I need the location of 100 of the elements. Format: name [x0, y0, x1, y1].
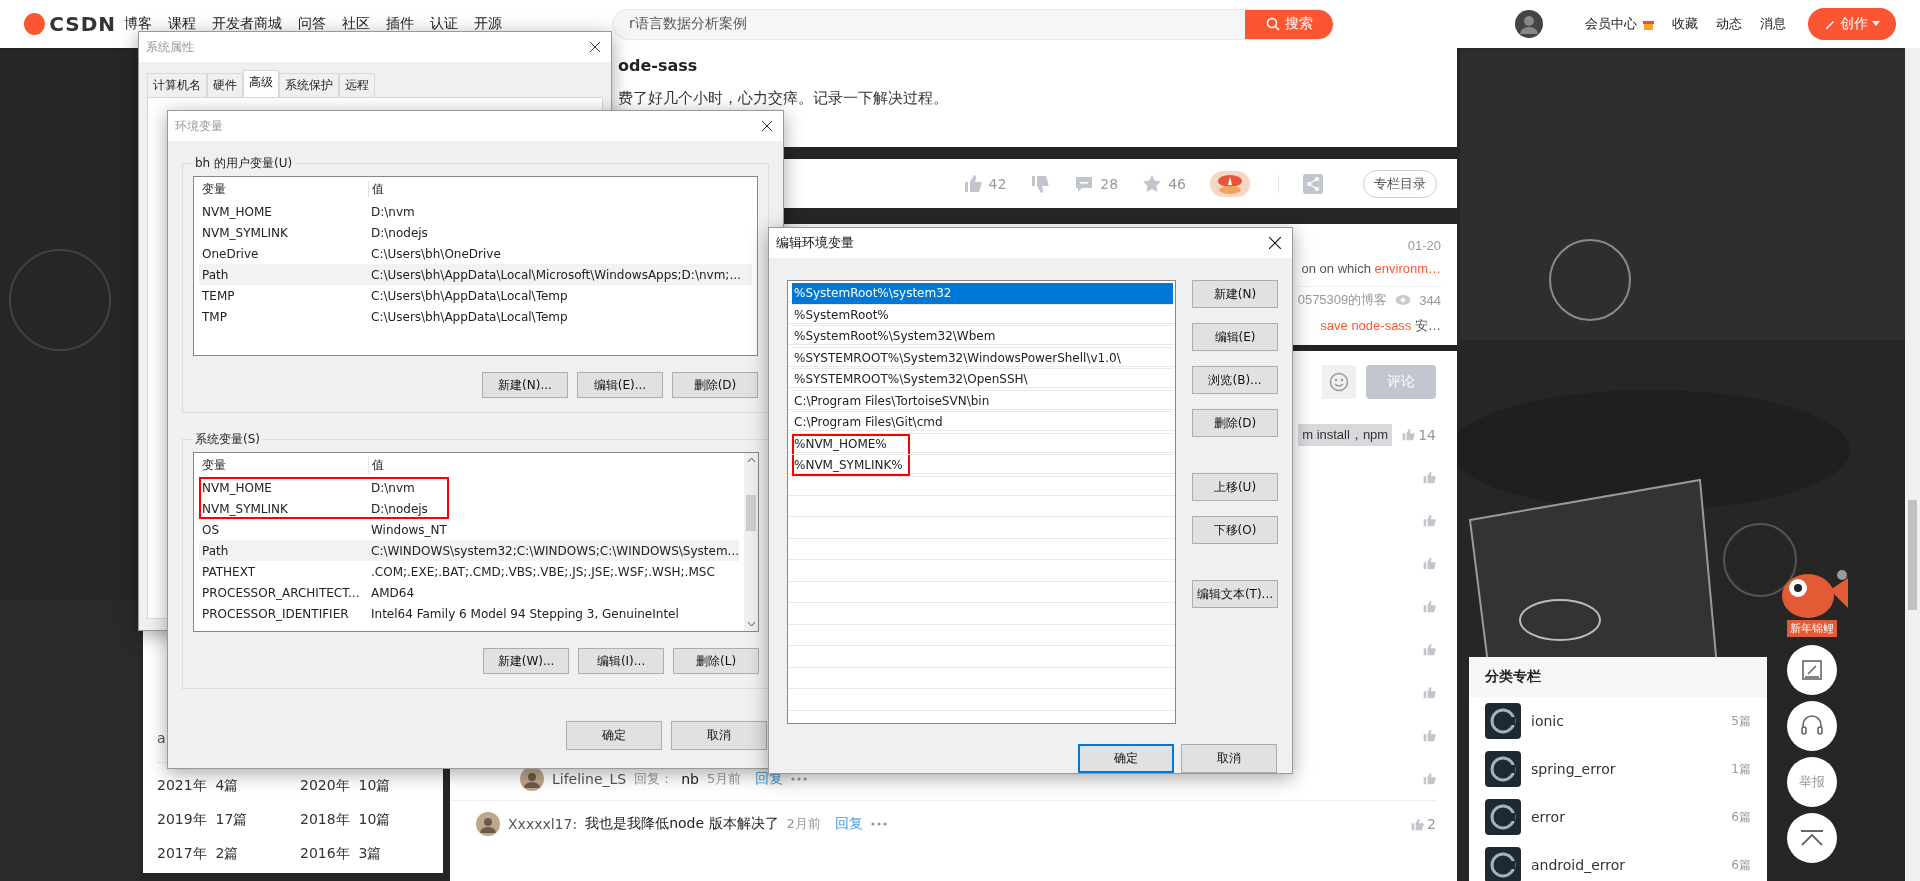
emoji-button[interactable]: [1322, 365, 1356, 399]
table-row[interactable]: NVM_HOME D:\nvm: [199, 201, 752, 222]
header-link[interactable]: 收藏: [1672, 15, 1698, 33]
table-row[interactable]: Path C:\Users\bh\AppData\Local\Microsoft\WindowsApps;D:\nvm;...: [199, 264, 752, 285]
promo-label[interactable]: 新年锦鲤: [1787, 620, 1837, 637]
scroll-up-icon[interactable]: [746, 457, 756, 463]
star-icon[interactable]: [1142, 173, 1163, 194]
dialog-button[interactable]: 编辑(E): [1192, 323, 1278, 351]
column-header[interactable]: 值: [369, 457, 384, 474]
thumb-up-icon[interactable]: [1423, 686, 1436, 699]
column-thumbnail-icon[interactable]: [1485, 847, 1521, 881]
category-link[interactable]: spring_error: [1531, 761, 1722, 777]
column-thumbnail-icon[interactable]: [1485, 799, 1521, 835]
table-row[interactable]: NVM_SYMLINK D:\nodejs: [199, 222, 752, 243]
table-row[interactable]: PROCESSOR_ARCHITECT... AMD64: [199, 582, 740, 603]
dialog-button[interactable]: 编辑文本(T)...: [1192, 580, 1278, 608]
nav-link[interactable]: 课程: [168, 15, 196, 33]
thumb-up-icon[interactable]: [1423, 557, 1436, 570]
dialog-button[interactable]: 确定: [566, 721, 662, 750]
list-item[interactable]: %SYSTEMROOT%\System32\OpenSSH\: [792, 369, 1173, 391]
tab[interactable]: 计算机名: [147, 73, 207, 97]
tab[interactable]: 高级: [243, 70, 279, 97]
dialog-button[interactable]: 上移(U): [1192, 473, 1278, 501]
list-item[interactable]: %SystemRoot%: [792, 304, 1173, 326]
table-row[interactable]: Path C:\WINDOWS\system32;C:\WINDOWS;C:\WINDOWS\System...: [199, 540, 740, 561]
column-thumbnail-icon[interactable]: [1485, 751, 1521, 787]
column-header[interactable]: 值: [369, 181, 384, 198]
nav-link[interactable]: 插件: [386, 15, 414, 33]
thumb-up-icon[interactable]: [1423, 643, 1436, 656]
close-icon[interactable]: [761, 120, 773, 132]
thumb-up-icon[interactable]: [1402, 428, 1416, 441]
nav-link[interactable]: 开源: [474, 15, 502, 33]
thumb-up-icon[interactable]: [1423, 600, 1436, 613]
close-icon[interactable]: [1268, 236, 1282, 250]
list-item[interactable]: %NVM_HOME%: [792, 433, 1173, 455]
avatar-icon[interactable]: [476, 812, 500, 836]
dialog-button[interactable]: 新建(N): [1192, 280, 1278, 308]
archive-link[interactable]: 2016年 3篇: [300, 845, 443, 863]
nav-link[interactable]: 社区: [342, 15, 370, 33]
tab[interactable]: 系统保护: [279, 73, 339, 97]
tab[interactable]: 远程: [339, 73, 375, 97]
header-link[interactable]: 动态: [1716, 15, 1742, 33]
share-icon[interactable]: [1303, 173, 1323, 194]
scroll-thumb[interactable]: [746, 495, 757, 531]
dialog-button[interactable]: 取消: [1181, 744, 1277, 773]
avatar-icon[interactable]: [1515, 10, 1543, 38]
header-link[interactable]: 消息: [1760, 15, 1786, 33]
thumb-down-icon[interactable]: [1030, 173, 1051, 194]
list-item[interactable]: C:\Program Files\TortoiseSVN\bin: [792, 390, 1173, 412]
dialog-button[interactable]: 下移(O): [1192, 516, 1278, 544]
list-item[interactable]: %SystemRoot%\System32\Wbem: [792, 326, 1173, 348]
table-row[interactable]: TMP C:\Users\bh\AppData\Local\Temp: [199, 306, 752, 327]
table-row[interactable]: OneDrive C:\Users\bh\OneDrive: [199, 243, 752, 264]
close-icon[interactable]: [589, 41, 601, 53]
category-link[interactable]: error: [1531, 809, 1722, 825]
dialog-button[interactable]: 删除(L): [673, 648, 760, 674]
column-header[interactable]: 变量: [199, 181, 369, 198]
table-row[interactable]: NVM_SYMLINK D:\nodejs: [199, 498, 740, 519]
dialog-button[interactable]: 浏览(B)...: [1192, 366, 1278, 394]
table-row[interactable]: PATHEXT .COM;.EXE;.BAT;.CMD;.VBS;.VBE;.JS;.JSE;.WSF;.WSH;.MSC: [199, 561, 740, 582]
list-item[interactable]: %SYSTEMROOT%\System32\WindowsPowerShell\v1.0\: [792, 347, 1173, 369]
search-field[interactable]: r语言数据分析案例 搜索: [612, 8, 1334, 40]
thumb-up-icon[interactable]: [1423, 729, 1436, 742]
thumb-up-icon[interactable]: [1423, 772, 1436, 785]
list-item[interactable]: %NVM_SYMLINK%: [792, 455, 1173, 477]
more-icon[interactable]: [870, 822, 887, 826]
archive-link[interactable]: 2020年 10篇: [300, 777, 443, 795]
more-icon[interactable]: [791, 776, 808, 781]
scroll-down-icon[interactable]: [746, 621, 756, 627]
csdn-logo[interactable]: CSDN: [24, 12, 116, 36]
comment-user[interactable]: Xxxxxl17:: [508, 816, 578, 832]
archive-link[interactable]: 2021年 4篇: [157, 777, 300, 795]
nav-link[interactable]: 博客: [124, 15, 152, 33]
scrollbar[interactable]: [744, 453, 759, 631]
thumb-up-icon[interactable]: [1423, 514, 1436, 527]
catalog-button[interactable]: 专栏目录: [1363, 169, 1437, 198]
list-item[interactable]: C:\Program Files\Git\cmd: [792, 412, 1173, 434]
dialog-button[interactable]: 编辑(I)...: [578, 648, 665, 674]
dialog-button[interactable]: 取消: [671, 721, 767, 750]
category-link[interactable]: ionic: [1531, 713, 1722, 729]
table-row[interactable]: PROCESSOR_IDENTIFIER Intel64 Family 6 Model 94 Stepping 3, GenuineIntel: [199, 603, 740, 624]
archive-link[interactable]: 2017年 2篇: [157, 845, 300, 863]
nav-link[interactable]: 开发者商城: [212, 15, 282, 33]
thumb-up-icon[interactable]: [1423, 471, 1436, 484]
tab[interactable]: 硬件: [207, 73, 243, 97]
dialog-button[interactable]: 确定: [1078, 744, 1174, 773]
header-link[interactable]: 会员中心: [1585, 15, 1637, 33]
archive-link[interactable]: 2018年 10篇: [300, 811, 443, 829]
scrollbar[interactable]: [1905, 48, 1920, 881]
reward-icon[interactable]: [1210, 170, 1250, 197]
table-row[interactable]: NVM_HOME D:\nvm: [199, 477, 740, 498]
thumb-up-icon[interactable]: [1411, 817, 1425, 831]
category-link[interactable]: android_error: [1531, 857, 1722, 873]
dialog-button[interactable]: 编辑(E)...: [577, 372, 663, 398]
nav-link[interactable]: 认证: [430, 15, 458, 33]
table-row[interactable]: TEMP C:\Users\bh\AppData\Local\Temp: [199, 285, 752, 306]
dialog-button[interactable]: 新建(W)...: [483, 648, 570, 674]
archive-link[interactable]: 2019年 17篇: [157, 811, 300, 829]
dialog-button[interactable]: 删除(D): [1192, 409, 1278, 437]
column-thumbnail-icon[interactable]: [1485, 703, 1521, 739]
